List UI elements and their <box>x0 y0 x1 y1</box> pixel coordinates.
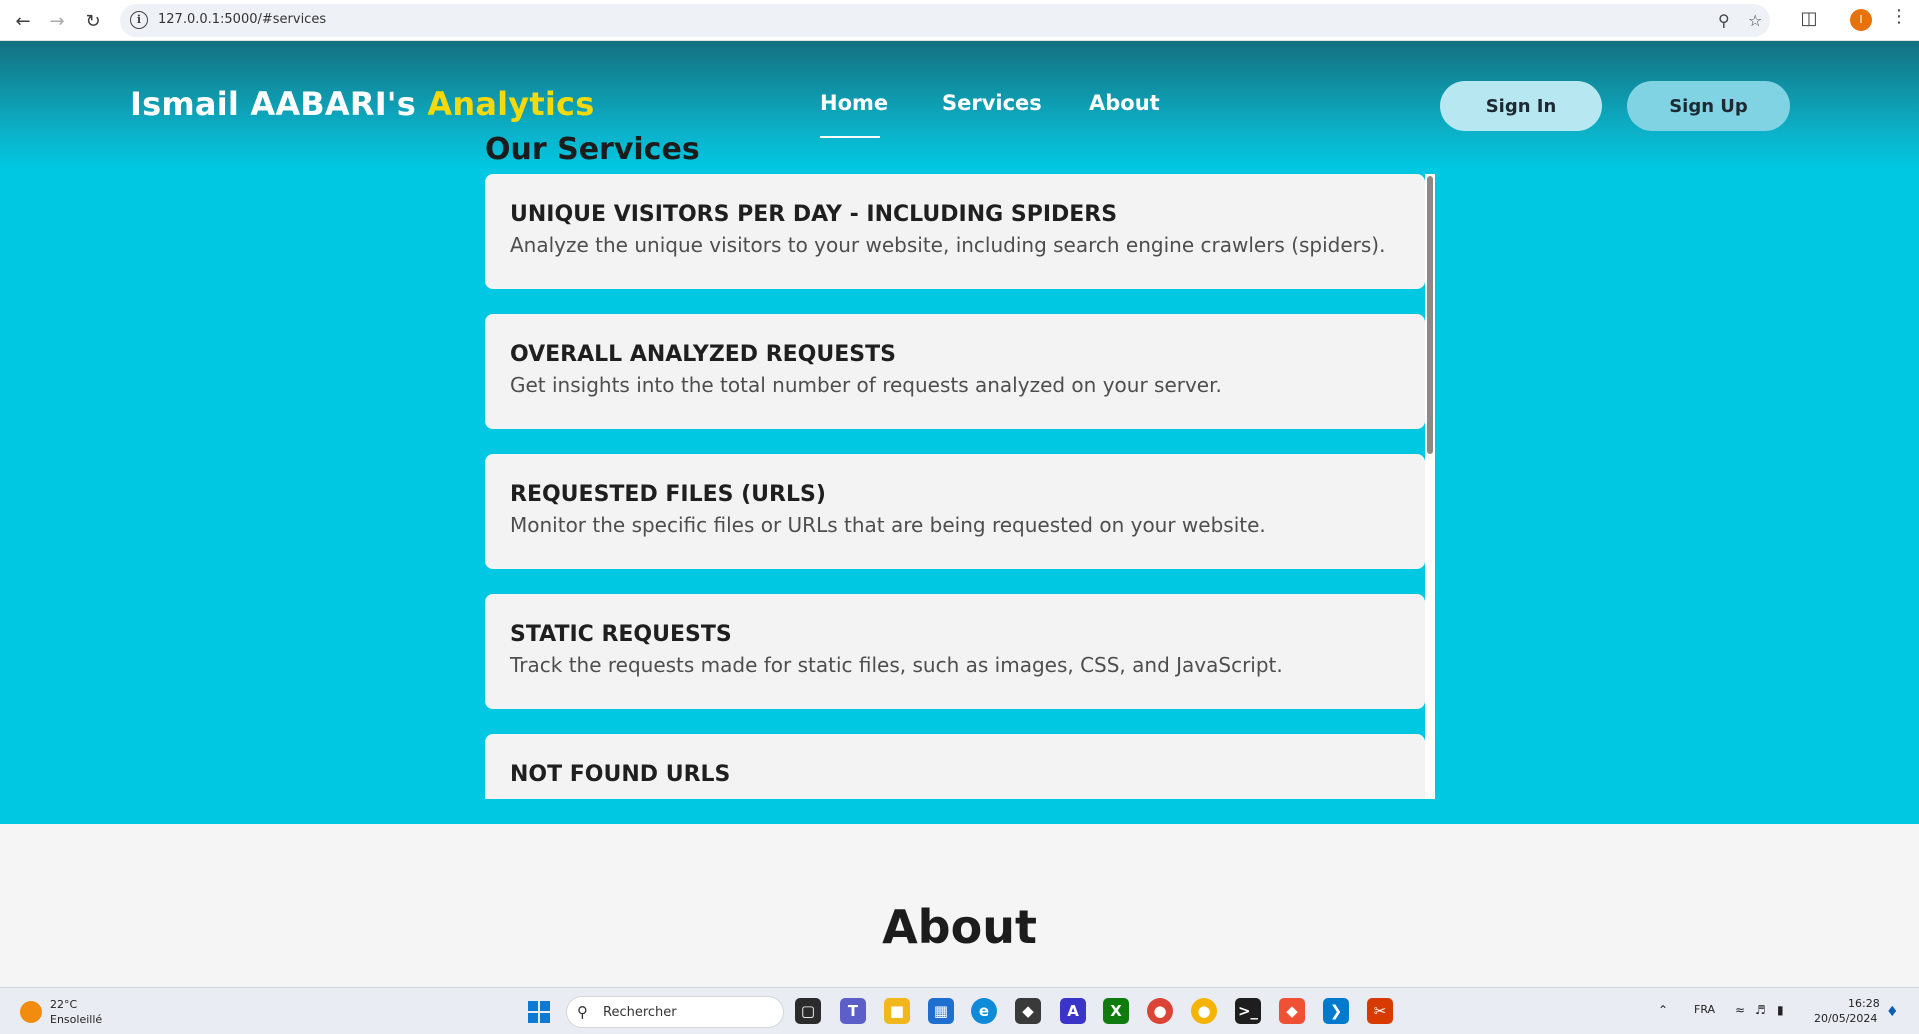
service-card: UNIQUE VISITORS PER DAY - INCLUDING SPID… <box>485 174 1425 289</box>
language-indicator[interactable]: FRA <box>1694 1003 1715 1016</box>
reload-icon[interactable]: ↻ <box>78 6 108 36</box>
service-card: NOT FOUND URLS <box>485 734 1425 799</box>
teams-icon[interactable]: T <box>840 998 866 1024</box>
store-icon[interactable]: ▦ <box>928 998 954 1024</box>
snipping-tool-icon[interactable]: ✂ <box>1367 998 1393 1024</box>
volume-icon[interactable]: ♬ <box>1755 1003 1766 1017</box>
app-cube-icon[interactable]: ◆ <box>1015 998 1041 1024</box>
service-card-title: OVERALL ANALYZED REQUESTS <box>510 342 896 367</box>
sign-in-button[interactable]: Sign In <box>1440 81 1602 131</box>
service-card-title: NOT FOUND URLS <box>510 762 731 787</box>
browser-toolbar: ← → ↻ i 127.0.0.1:5000/#services ⚲ ☆ ◫ I… <box>0 0 1919 41</box>
brand-accent: Analytics <box>427 85 595 123</box>
start-button-icon[interactable] <box>528 1001 550 1023</box>
services-heading: Our Services <box>485 132 700 167</box>
battery-icon[interactable]: ▮ <box>1777 1003 1784 1017</box>
service-card-desc: Analyze the unique visitors to your webs… <box>510 233 1386 257</box>
browser-menu-icon[interactable]: ⋮ <box>1890 6 1908 27</box>
service-card-title: UNIQUE VISITORS PER DAY - INCLUDING SPID… <box>510 202 1118 227</box>
service-card-desc: Track the requests made for static files… <box>510 653 1283 677</box>
bookmark-star-icon[interactable]: ☆ <box>1748 11 1762 30</box>
hero-section: Ismail AABARI's Analytics Home Services … <box>0 41 1919 824</box>
notification-bell-icon[interactable]: ♦ <box>1886 1004 1899 1020</box>
app-a-icon[interactable]: A <box>1060 998 1086 1024</box>
search-icon: ⚲ <box>577 1003 588 1021</box>
forward-arrow-icon[interactable]: → <box>42 6 72 36</box>
zoom-icon[interactable]: ⚲ <box>1718 11 1730 30</box>
git-icon[interactable]: ◆ <box>1279 998 1305 1024</box>
extensions-icon[interactable]: ◫ <box>1797 8 1821 32</box>
weather-temperature[interactable]: 22°C <box>50 998 77 1011</box>
service-card: REQUESTED FILES (URLS) Monitor the speci… <box>485 454 1425 569</box>
service-card-title: STATIC REQUESTS <box>510 622 732 647</box>
profile-avatar[interactable]: I <box>1850 9 1872 31</box>
back-arrow-icon[interactable]: ← <box>8 6 38 36</box>
edge-icon[interactable]: e <box>971 998 997 1024</box>
site-brand[interactable]: Ismail AABARI's Analytics <box>130 85 594 123</box>
site-info-icon[interactable]: i <box>130 11 148 29</box>
clock-time[interactable]: 16:28 <box>1848 997 1880 1010</box>
task-view-icon[interactable]: ▢ <box>795 998 821 1024</box>
services-list[interactable]: UNIQUE VISITORS PER DAY - INCLUDING SPID… <box>485 174 1435 799</box>
terminal-icon[interactable]: >_ <box>1235 998 1261 1024</box>
brand-name: Ismail AABARI's <box>130 85 417 123</box>
taskbar-search[interactable]: ⚲ Rechercher <box>566 996 784 1028</box>
nav-about[interactable]: About <box>1089 91 1160 115</box>
url-text[interactable]: 127.0.0.1:5000/#services <box>158 12 326 27</box>
nav-services[interactable]: Services <box>942 91 1042 115</box>
wifi-icon[interactable]: ≈ <box>1735 1003 1745 1017</box>
chrome-icon[interactable]: ● <box>1147 998 1173 1024</box>
file-explorer-icon[interactable]: ■ <box>884 998 910 1024</box>
address-bar[interactable]: i 127.0.0.1:5000/#services ⚲ ☆ <box>120 4 1770 37</box>
taskbar: 22°C Ensoleillé ⚲ Rechercher ▢ T ■ ▦ e ◆… <box>0 987 1919 1034</box>
service-card-desc: Get insights into the total number of re… <box>510 373 1222 397</box>
chrome-active-icon[interactable]: ● <box>1191 998 1217 1024</box>
service-card: STATIC REQUESTS Track the requests made … <box>485 594 1425 709</box>
about-heading: About <box>882 900 1037 954</box>
service-card-title: REQUESTED FILES (URLS) <box>510 482 826 507</box>
vscode-icon[interactable]: ❯ <box>1323 998 1349 1024</box>
nav-home[interactable]: Home <box>820 91 888 115</box>
chevron-up-icon[interactable]: ⌃ <box>1658 1003 1668 1017</box>
services-scrollbar-thumb[interactable] <box>1427 176 1433 454</box>
clock-date[interactable]: 20/05/2024 <box>1814 1012 1877 1025</box>
service-card-desc: Monitor the specific files or URLs that … <box>510 513 1266 537</box>
taskbar-search-placeholder: Rechercher <box>603 1005 677 1020</box>
active-nav-indicator <box>820 136 880 138</box>
sign-up-button[interactable]: Sign Up <box>1627 81 1790 131</box>
weather-description[interactable]: Ensoleillé <box>50 1013 102 1026</box>
service-card: OVERALL ANALYZED REQUESTS Get insights i… <box>485 314 1425 429</box>
xbox-icon[interactable]: X <box>1103 998 1129 1024</box>
weather-sun-icon[interactable] <box>20 1001 42 1023</box>
